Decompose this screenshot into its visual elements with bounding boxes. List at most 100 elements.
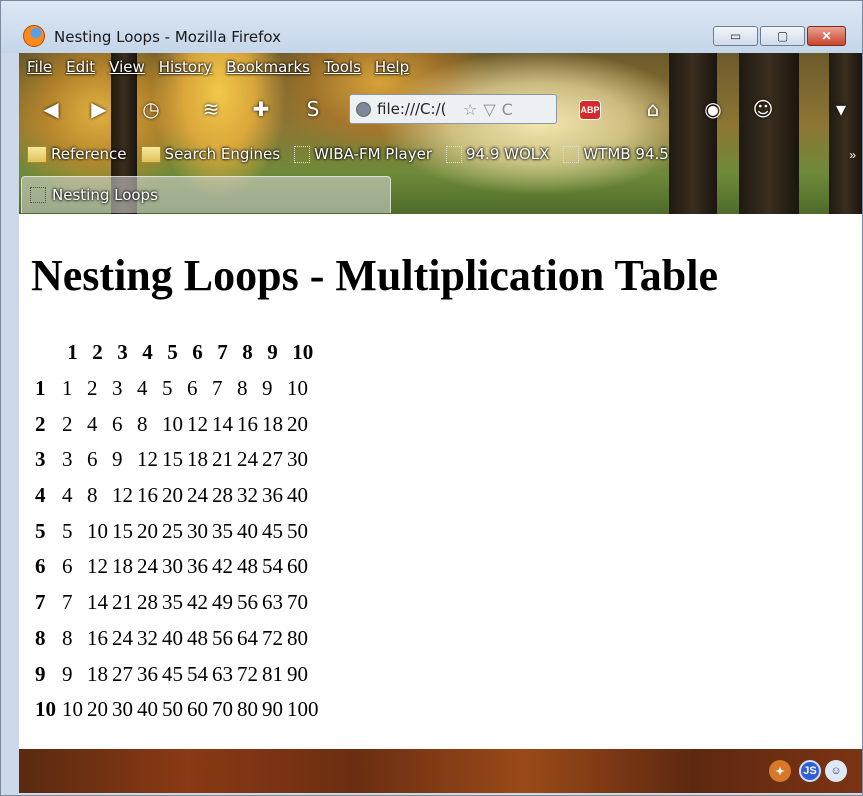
home-icon[interactable]: ⌂	[641, 97, 665, 121]
bookmarks-overflow-icon[interactable]: »	[849, 148, 856, 162]
table-cell: 63	[262, 590, 283, 615]
skype-icon[interactable]: S	[301, 97, 325, 121]
table-cell: 21	[112, 590, 133, 615]
table-cell: 18	[87, 661, 108, 686]
table-cell: 7	[62, 590, 73, 615]
table-cell: 27	[112, 661, 133, 686]
url-dropdown-icon[interactable]: ▽	[483, 100, 495, 119]
table-cell: 10	[162, 411, 183, 436]
star-icon[interactable]: ☆	[463, 100, 477, 119]
minimize-button[interactable]: ▭	[713, 26, 758, 46]
bookmark-label: WIBA-FM Player	[314, 145, 432, 163]
menu-help[interactable]: Help	[375, 58, 409, 76]
folder-icon	[27, 145, 47, 163]
navigation-toolbar: ◀ ▶ ◷ ≋ ✚ S file:///C:/( ☆ ▽ C ABP ⌂ ◉ ☺…	[19, 91, 862, 127]
menu-history[interactable]: History	[159, 58, 212, 76]
table-cell: 49	[212, 590, 233, 615]
bookmark-wtmb-94-5[interactable]: WTMB 94.5	[563, 145, 669, 163]
table-cell: 28	[137, 590, 158, 615]
page-icon	[563, 145, 580, 163]
table-cell: 42	[212, 554, 233, 579]
table-cell: 54	[187, 661, 208, 686]
menu-tools[interactable]: Tools	[324, 58, 361, 76]
table-cell: 45	[262, 518, 283, 543]
table-cell: 30	[112, 697, 133, 722]
menu-edit[interactable]: Edit	[66, 58, 95, 76]
table-cell: 30	[162, 554, 183, 579]
table-cell: 15	[162, 447, 183, 472]
table-cell: 8	[237, 376, 248, 401]
table-cell: 16	[137, 483, 158, 508]
url-text[interactable]: file:///C:/(	[377, 100, 457, 118]
table-cell: 40	[137, 697, 158, 722]
window-title: Nesting Loops - Mozilla Firefox	[54, 28, 281, 46]
bookmark-wiba-fm-player[interactable]: WIBA-FM Player	[294, 145, 432, 163]
row-header: 4	[35, 483, 46, 508]
table-cell: 40	[287, 483, 308, 508]
table-cell: 20	[162, 483, 183, 508]
table-cell: 3	[62, 447, 73, 472]
maximize-button[interactable]: ▢	[760, 26, 805, 46]
menu-file[interactable]: File	[27, 58, 52, 76]
table-cell: 6	[187, 376, 198, 401]
close-button[interactable]: ✕	[807, 26, 846, 46]
table-cell: 45	[162, 661, 183, 686]
browser-chrome: File Edit View History Bookmarks Tools H…	[19, 53, 862, 214]
multiplication-table: 1 2 3 4 5 6 7 8 9 10 1 1 2 3 4 5 6 7 8 9 10 2 2 4 6 8 10 12 14 16 18 2…	[33, 335, 321, 728]
table-cell: 80	[287, 625, 308, 650]
forward-icon[interactable]: ▶	[87, 97, 111, 121]
table-row: 6 6 12 18 24 30 36 42 48 54 60	[33, 549, 321, 585]
addon-icon[interactable]: ✚	[249, 97, 273, 121]
reload-icon[interactable]: C	[502, 100, 513, 119]
table-cell: 56	[237, 590, 258, 615]
bookmark-label: Reference	[51, 145, 127, 163]
tab-nesting-loops[interactable]: Nesting Loops	[21, 176, 391, 213]
rss-icon[interactable]: ≋	[199, 97, 223, 121]
firefox-logo-icon	[23, 25, 45, 47]
theme-decoration	[829, 53, 862, 214]
toolbar-more-icon[interactable]: ▾	[829, 97, 853, 121]
table-cell: 30	[287, 447, 308, 472]
column-header: 1	[67, 340, 78, 365]
table-cell: 70	[212, 697, 233, 722]
table-cell: 9	[62, 661, 73, 686]
table-cell: 32	[237, 483, 258, 508]
table-row: 8 8 16 24 32 40 48 56 64 72 80	[33, 621, 321, 657]
table-cell: 24	[137, 554, 158, 579]
ghostery-icon[interactable]: ☺	[825, 760, 847, 782]
bookmark-search-engines[interactable]: Search Engines	[140, 145, 280, 163]
corner-cell	[33, 335, 60, 371]
bookmark-reference[interactable]: Reference	[27, 145, 127, 163]
menu-view[interactable]: View	[109, 58, 145, 76]
table-cell: 72	[262, 625, 283, 650]
column-header: 4	[142, 340, 153, 365]
menu-bookmarks[interactable]: Bookmarks	[226, 58, 310, 76]
column-header: 6	[192, 340, 203, 365]
fox-addon-icon[interactable]: ✦	[769, 760, 791, 782]
table-row: 3 3 6 9 12 15 18 21 24 27 30	[33, 442, 321, 478]
row-header: 1	[35, 376, 46, 401]
table-header-row: 1 2 3 4 5 6 7 8 9 10	[33, 335, 321, 371]
table-cell: 5	[162, 376, 173, 401]
history-icon[interactable]: ◷	[139, 97, 163, 121]
column-header: 2	[92, 340, 103, 365]
back-icon[interactable]: ◀	[39, 97, 63, 121]
table-cell: 12	[137, 447, 158, 472]
table-cell: 64	[237, 625, 258, 650]
bookmark-94-9-wolx[interactable]: 94.9 WOLX	[445, 145, 549, 163]
table-cell: 14	[212, 411, 233, 436]
javascript-icon[interactable]: JS	[799, 760, 821, 782]
table-cell: 60	[287, 554, 308, 579]
table-cell: 42	[187, 590, 208, 615]
table-cell: 27	[262, 447, 283, 472]
table-cell: 10	[62, 697, 83, 722]
table-cell: 6	[112, 411, 123, 436]
url-bar[interactable]: file:///C:/( ☆ ▽ C	[349, 94, 557, 124]
adblock-icon[interactable]: ABP	[579, 100, 601, 120]
table-cell: 20	[137, 518, 158, 543]
column-header: 9	[267, 340, 278, 365]
eye-icon[interactable]: ◉	[701, 97, 725, 121]
table-cell: 54	[262, 554, 283, 579]
ghost-icon[interactable]: ☺	[751, 97, 775, 121]
column-header: 3	[117, 340, 128, 365]
